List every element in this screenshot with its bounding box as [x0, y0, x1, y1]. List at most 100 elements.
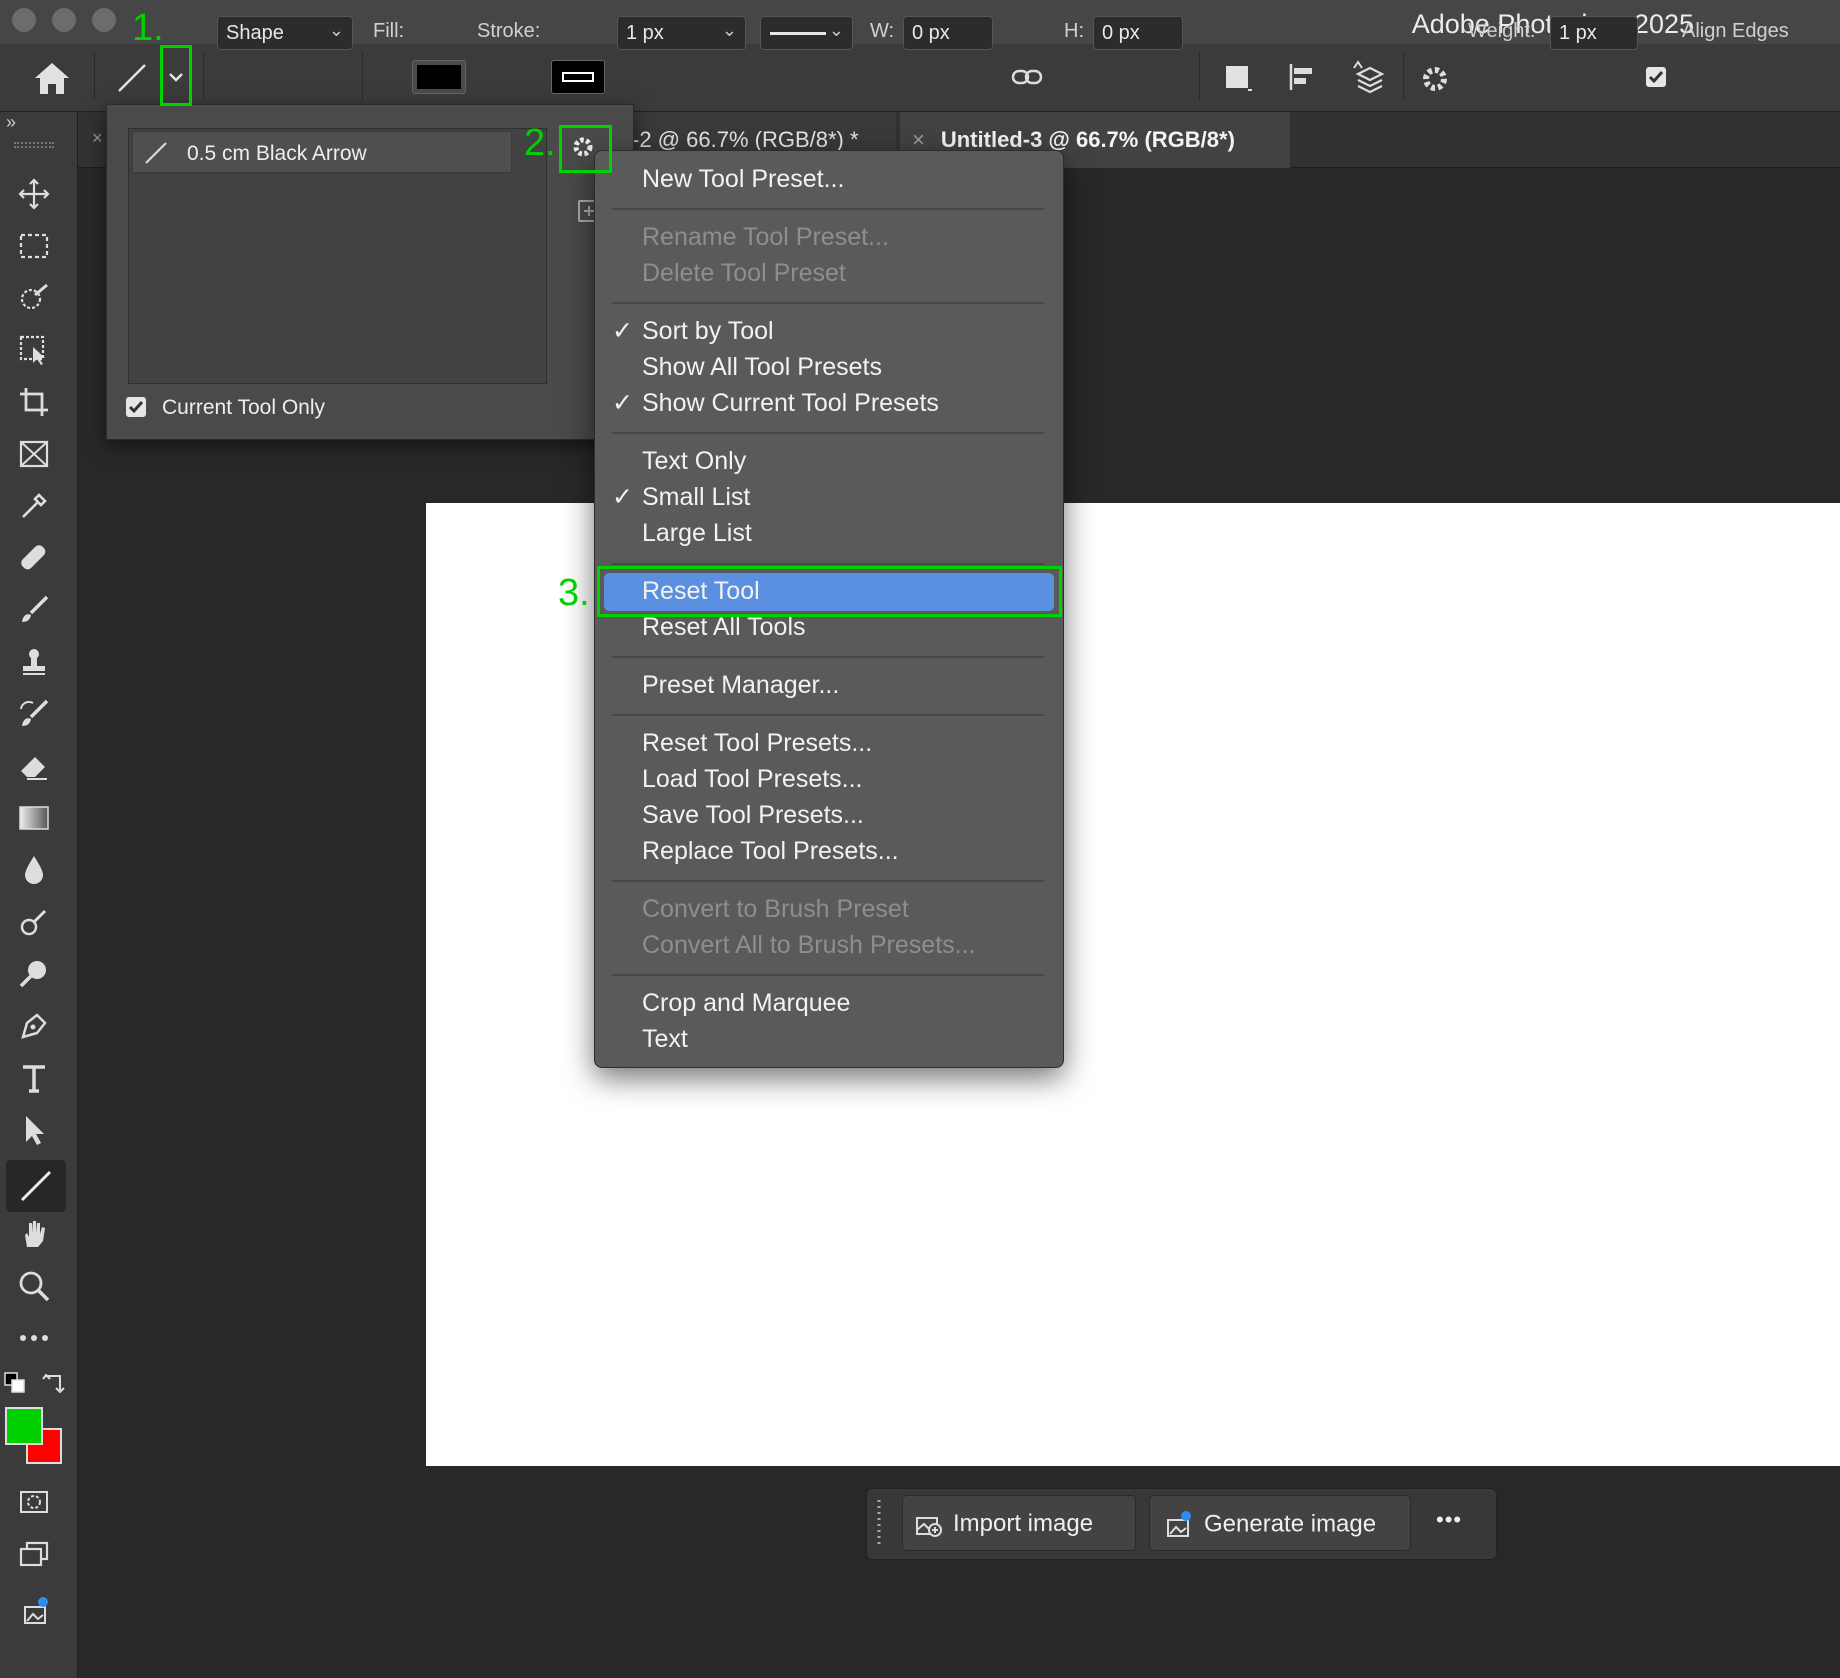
menu-item-replace-tool-presets[interactable]: Replace Tool Presets...: [642, 835, 899, 867]
drag-handle[interactable]: [14, 142, 54, 148]
menu-item-text-only[interactable]: Text Only: [642, 445, 746, 477]
history-brush-tool-icon[interactable]: [12, 692, 56, 736]
line-tool-icon[interactable]: [114, 60, 150, 96]
gear-icon[interactable]: [1416, 60, 1454, 98]
path-arrangement-icon[interactable]: [1350, 58, 1390, 98]
object-selection-tool-icon[interactable]: [12, 276, 56, 320]
line-tool-active[interactable]: [6, 1160, 66, 1212]
hand-tool-icon[interactable]: [12, 1212, 56, 1256]
path-operations-icon[interactable]: [1220, 60, 1256, 96]
line-preset-icon: [145, 142, 167, 164]
divider: [1403, 52, 1404, 100]
dodge-tool-icon[interactable]: [12, 900, 56, 944]
drag-handle-icon[interactable]: [874, 1496, 884, 1552]
healing-brush-tool-icon[interactable]: [12, 536, 56, 580]
stroke-width-field[interactable]: 1 px ⌄: [617, 16, 746, 50]
zoom-window-button[interactable]: [92, 8, 116, 32]
home-icon[interactable]: [30, 58, 74, 98]
blur-tool-icon[interactable]: [12, 848, 56, 892]
annotation-box-3: [597, 566, 1062, 617]
mode-select[interactable]: Shape ⌄: [217, 16, 353, 50]
menu-item-text[interactable]: Text: [642, 1023, 688, 1055]
expand-panel-icon[interactable]: »: [6, 112, 16, 133]
width-label: W:: [870, 20, 895, 42]
type-tool-icon[interactable]: [12, 1056, 56, 1100]
fill-color: [417, 65, 461, 89]
close-tab-icon[interactable]: ×: [912, 127, 925, 152]
stroke-width-value: 1 px: [626, 22, 664, 44]
menu-item-convert-to-brush-preset: Convert to Brush Preset: [642, 895, 909, 923]
gradient-tool-icon[interactable]: [12, 796, 56, 840]
generate-image-tool-icon[interactable]: [12, 1590, 56, 1634]
pen-tool-icon[interactable]: [12, 1004, 56, 1048]
height-field[interactable]: 0 px: [1093, 16, 1183, 50]
default-colors-icon[interactable]: [4, 1372, 26, 1394]
zoom-tool-icon[interactable]: [12, 1264, 56, 1308]
menu-item-reset-tool-presets[interactable]: Reset Tool Presets...: [642, 727, 872, 759]
generate-image-label: Generate image: [1204, 1510, 1377, 1538]
stroke-type-select[interactable]: ⌄: [760, 16, 853, 50]
marquee-tool-icon[interactable]: [12, 224, 56, 268]
chevron-down-icon: ⌄: [328, 20, 344, 40]
menu-item-save-tool-presets[interactable]: Save Tool Presets...: [642, 799, 864, 831]
check-icon: ✓: [612, 317, 633, 345]
screen-mode-icon[interactable]: [12, 1532, 56, 1576]
eraser-tool-icon[interactable]: [12, 744, 56, 788]
generate-image-icon: [1167, 1511, 1191, 1537]
divider: [203, 52, 204, 100]
align-edges-checkbox[interactable]: [1646, 67, 1666, 87]
path-alignment-icon[interactable]: [1286, 60, 1322, 96]
move-tool-icon[interactable]: [12, 172, 56, 216]
generate-image-button[interactable]: Generate image: [1149, 1495, 1411, 1551]
quick-mask-icon[interactable]: [12, 1480, 56, 1524]
swap-colors-icon[interactable]: [40, 1370, 66, 1396]
more-options-button[interactable]: •••: [1436, 1507, 1462, 1533]
stroke-label: Stroke:: [477, 20, 541, 42]
minimize-window-button[interactable]: [52, 8, 76, 32]
link-icon[interactable]: [1010, 62, 1044, 92]
annotation-box-1: [160, 45, 192, 106]
stroke-swatch[interactable]: [551, 60, 605, 94]
check-icon: ✓: [612, 483, 633, 511]
menu-item-show-all-tool-presets[interactable]: Show All Tool Presets: [642, 351, 882, 383]
mode-select-value: Shape: [226, 22, 284, 44]
import-image-button[interactable]: Import image: [902, 1495, 1136, 1551]
menu-item-small-list[interactable]: Small List: [642, 481, 750, 513]
width-field[interactable]: 0 px: [903, 16, 993, 50]
menu-item-preset-manager[interactable]: Preset Manager...: [642, 669, 839, 701]
crop-tool-icon[interactable]: [12, 380, 56, 424]
more-tools-icon[interactable]: [12, 1316, 56, 1360]
menu-separator: [612, 563, 1044, 565]
options-bar: [0, 44, 1840, 112]
clone-stamp-tool-icon[interactable]: [12, 640, 56, 684]
menu-item-show-current-tool-presets[interactable]: Show Current Tool Presets: [642, 387, 939, 419]
zoom-lens-tool-icon[interactable]: [12, 952, 56, 996]
menu-item-load-tool-presets[interactable]: Load Tool Presets...: [642, 763, 863, 795]
eyedropper-tool-icon[interactable]: [12, 484, 56, 528]
fill-swatch[interactable]: [412, 60, 466, 94]
menu-item-new-tool-preset[interactable]: New Tool Preset...: [642, 163, 844, 195]
preset-item[interactable]: 0.5 cm Black Arrow: [132, 131, 512, 173]
selection-tool-icon[interactable]: [12, 328, 56, 372]
menu-item-crop-and-marquee[interactable]: Crop and Marquee: [642, 987, 850, 1019]
close-window-button[interactable]: [12, 8, 36, 32]
tab-label: -2 @ 66.7% (RGB/8*) *: [632, 127, 859, 152]
menu-item-sort-by-tool[interactable]: Sort by Tool: [642, 315, 774, 347]
weight-label: Weight:: [1468, 20, 1536, 42]
divider: [1199, 52, 1200, 100]
fill-label: Fill:: [373, 20, 405, 42]
path-selection-tool-icon[interactable]: [12, 1108, 56, 1152]
brush-tool-icon[interactable]: [12, 588, 56, 632]
close-panel-icon[interactable]: ×: [92, 128, 103, 149]
height-label: H:: [1064, 20, 1084, 42]
align-edges-label: Align Edges: [1682, 20, 1789, 42]
import-image-icon: [916, 1516, 942, 1537]
preset-name: 0.5 cm Black Arrow: [187, 142, 367, 165]
current-tool-only-checkbox[interactable]: [126, 397, 146, 417]
menu-item-rename-tool-preset: Rename Tool Preset...: [642, 223, 889, 251]
weight-field[interactable]: 1 px: [1550, 16, 1638, 50]
frame-tool-icon[interactable]: [12, 432, 56, 476]
menu-item-convert-all-to-brush-presets: Convert All to Brush Presets...: [642, 931, 976, 959]
foreground-color-swatch[interactable]: [5, 1407, 43, 1445]
menu-item-large-list[interactable]: Large List: [642, 517, 752, 549]
